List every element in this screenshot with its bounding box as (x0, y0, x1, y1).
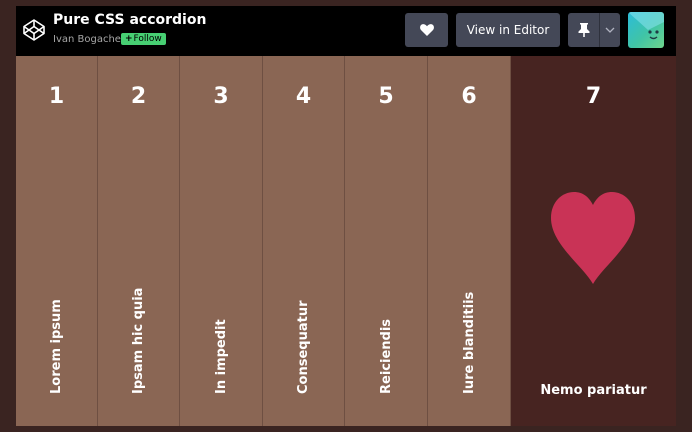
panel-number: 3 (213, 84, 229, 109)
chevron-down-icon[interactable] (605, 27, 615, 33)
accordion: 1 Lorem ipsum 2 Ipsam hic quia 3 In impe… (16, 56, 676, 426)
panel-label: Ipsam hic quia (131, 287, 146, 394)
accordion-panel-6[interactable]: 6 Iure blanditiis (428, 56, 511, 426)
pen-title[interactable]: Pure CSS accordion (53, 12, 206, 28)
smiley-face-icon (628, 12, 664, 40)
accordion-panel-1[interactable]: 1 Lorem ipsum (16, 56, 98, 426)
follow-button[interactable]: +Follow (121, 33, 166, 45)
heart-icon (420, 24, 434, 36)
author-name[interactable]: Ivan Bogachev (53, 34, 127, 45)
user-avatar[interactable] (628, 12, 664, 48)
accordion-panel-3[interactable]: 3 In impedit (180, 56, 263, 426)
pin-button-group (568, 13, 620, 47)
panel-label: In impedit (213, 319, 229, 394)
accordion-panel-2[interactable]: 2 Ipsam hic quia (98, 56, 180, 426)
panel-number: 5 (378, 84, 394, 109)
plus-icon: + (125, 34, 133, 44)
panel-number: 1 (48, 84, 65, 109)
view-in-editor-button[interactable]: View in Editor (456, 13, 560, 47)
panel-label: Lorem ipsum (49, 299, 64, 394)
accordion-panel-7[interactable]: 7 Nemo pariatur (511, 56, 676, 426)
panel-number: 2 (130, 84, 147, 109)
panel-label: Iure blanditiis (461, 291, 477, 394)
pen-embed-frame: Pure CSS accordion Ivan Bogachev +Follow… (16, 6, 676, 426)
panel-label: Nemo pariatur (540, 383, 647, 398)
follow-label: Follow (133, 34, 162, 44)
accordion-panel-4[interactable]: 4 Consequatur (263, 56, 345, 426)
like-button[interactable] (405, 13, 448, 47)
panel-number: 4 (295, 84, 312, 109)
pin-icon[interactable] (578, 23, 590, 37)
heart-icon (551, 192, 635, 284)
pen-header: Pure CSS accordion Ivan Bogachev +Follow… (16, 6, 676, 56)
codepen-logo-icon[interactable] (22, 18, 46, 42)
pin-divider (599, 13, 600, 47)
accordion-panel-5[interactable]: 5 Reiciendis (345, 56, 428, 426)
panel-number: 7 (585, 84, 602, 109)
panel-label: Consequatur (296, 300, 311, 395)
panel-number: 6 (461, 84, 477, 109)
panel-label: Reiciendis (378, 318, 394, 394)
